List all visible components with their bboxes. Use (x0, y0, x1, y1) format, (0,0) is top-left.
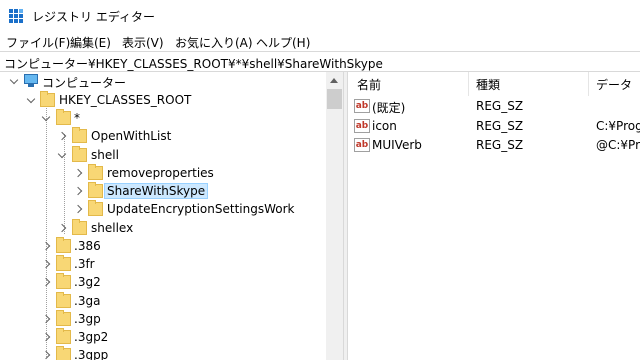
chevron-right-icon[interactable] (42, 278, 50, 286)
folder-icon (56, 109, 71, 125)
folder-icon (56, 328, 71, 344)
tree-node-label: .3fr (74, 257, 95, 271)
chevron-right-icon[interactable] (42, 260, 50, 268)
folder-icon (56, 346, 71, 360)
value-data: @C:¥Pro (596, 138, 640, 152)
folder-icon (88, 182, 103, 198)
value-type: REG_SZ (476, 138, 524, 152)
tree-node-3ga[interactable]: .3ga (0, 292, 320, 310)
chevron-right-icon[interactable] (42, 333, 50, 341)
column-divider[interactable] (588, 72, 589, 96)
menu-view[interactable]: 表示(V) (122, 34, 164, 51)
window-title: レジストリ エディター (32, 10, 155, 24)
tree-node-3gp2[interactable]: .3gp2 (0, 328, 320, 346)
value-type: REG_SZ (476, 99, 524, 113)
chevron-right-icon[interactable] (42, 242, 50, 250)
tree-node-label: .3ga (74, 294, 101, 308)
address-path[interactable]: コンピューター¥HKEY_CLASSES_ROOT¥*¥shell¥ShareW… (4, 55, 383, 72)
folder-icon (72, 219, 87, 235)
registry-editor-icon (9, 9, 23, 23)
chevron-down-icon[interactable] (10, 77, 18, 85)
tree-node-label: コンピューター (42, 76, 127, 90)
tree-node-3g2[interactable]: .3g2 (0, 273, 320, 291)
folder-icon (56, 255, 71, 271)
chevron-right-icon[interactable] (74, 187, 82, 195)
folder-icon (88, 164, 103, 180)
scroll-thumb[interactable] (327, 89, 342, 109)
tree-node-updateencryptionsettingswork[interactable]: UpdateEncryptionSettingsWork (0, 200, 320, 218)
tree-node-label: .3g2 (74, 275, 101, 289)
tree-node-label: .3gp (74, 312, 101, 326)
tree-node-sharewithskype[interactable]: ShareWithSkype (0, 182, 320, 200)
tree-node-label: .3gp2 (74, 330, 109, 344)
folder-icon (56, 310, 71, 326)
tree-node-3gp[interactable]: .3gp (0, 310, 320, 328)
tree-node-shell[interactable]: shell (0, 146, 320, 164)
tree-node-removeproperties[interactable]: removeproperties (0, 164, 320, 182)
string-value-icon: ab (354, 99, 370, 113)
menu-bar: ファイル(F) 編集(E) 表示(V) お気に入り(A) ヘルプ(H) (0, 31, 640, 51)
chevron-right-icon[interactable] (74, 205, 82, 213)
chevron-down-icon[interactable] (58, 151, 66, 159)
tree-node-386[interactable]: .386 (0, 237, 320, 255)
menu-favorites[interactable]: お気に入り(A) (175, 34, 253, 51)
menu-file[interactable]: ファイル(F) (6, 34, 70, 51)
string-value-icon: ab (354, 138, 370, 152)
tree-node-label: shellex (91, 221, 134, 235)
chevron-down-icon[interactable] (27, 96, 35, 104)
folder-icon (56, 273, 71, 289)
key-tree-pane[interactable]: コンピューター HKEY_CLASSES_ROOT * OpenWithList… (0, 72, 343, 360)
value-type: REG_SZ (476, 119, 524, 133)
value-row[interactable]: ab icon REG_SZ C:¥Progr (348, 117, 640, 136)
chevron-right-icon[interactable] (58, 132, 66, 140)
tree-node-computer[interactable]: コンピューター (0, 72, 320, 90)
value-name: icon (372, 119, 397, 133)
tree-node-star[interactable]: * (0, 109, 320, 127)
value-data: C:¥Progr (596, 119, 640, 133)
title-bar: レジストリ エディター (0, 0, 640, 31)
tree-node-label: removeproperties (107, 166, 214, 180)
column-divider[interactable] (468, 72, 469, 96)
tree-node-label: * (74, 111, 80, 125)
chevron-right-icon[interactable] (58, 224, 66, 232)
folder-icon (72, 127, 87, 143)
column-header-data[interactable]: データ (596, 76, 632, 93)
value-name: MUIVerb (372, 138, 422, 152)
tree-node-openwithlist[interactable]: OpenWithList (0, 127, 320, 145)
tree-node-label: shell (91, 148, 119, 162)
folder-icon (40, 91, 55, 107)
tree-scrollbar[interactable] (326, 72, 343, 360)
column-header-type[interactable]: 種類 (476, 76, 500, 93)
value-name: (既定) (372, 101, 406, 115)
scroll-up-arrow-icon[interactable] (326, 72, 343, 89)
tree-node-3gpp[interactable]: .3gpp (0, 346, 320, 360)
tree-node-label: HKEY_CLASSES_ROOT (59, 93, 192, 107)
folder-icon (56, 237, 71, 253)
computer-icon (23, 73, 39, 88)
chevron-down-icon[interactable] (42, 114, 50, 122)
tree-node-label: .3gpp (74, 348, 109, 360)
value-row[interactable]: ab (既定) REG_SZ (348, 97, 640, 116)
menu-edit[interactable]: 編集(E) (70, 34, 111, 51)
tree-node-label: ShareWithSkype (104, 183, 209, 199)
chevron-right-icon[interactable] (42, 351, 50, 359)
chevron-right-icon[interactable] (74, 169, 82, 177)
value-list-pane[interactable]: 名前 種類 データ ab (既定) REG_SZ ab icon REG_SZ … (348, 72, 640, 360)
column-header-name[interactable]: 名前 (357, 76, 381, 93)
folder-icon (72, 146, 87, 162)
tree-node-hkcr[interactable]: HKEY_CLASSES_ROOT (0, 91, 320, 109)
string-value-icon: ab (354, 119, 370, 133)
folder-icon (56, 292, 71, 308)
tree-node-label: .386 (74, 239, 101, 253)
tree-node-label: UpdateEncryptionSettingsWork (107, 202, 295, 216)
folder-icon (88, 200, 103, 216)
tree-node-shellex[interactable]: shellex (0, 219, 320, 237)
tree-node-3fr[interactable]: .3fr (0, 255, 320, 273)
chevron-right-icon[interactable] (42, 315, 50, 323)
tree-node-label: OpenWithList (91, 129, 172, 143)
address-bar[interactable]: コンピューター¥HKEY_CLASSES_ROOT¥*¥shell¥ShareW… (0, 51, 640, 72)
menu-help[interactable]: ヘルプ(H) (256, 34, 310, 51)
value-row[interactable]: ab MUIVerb REG_SZ @C:¥Pro (348, 136, 640, 155)
